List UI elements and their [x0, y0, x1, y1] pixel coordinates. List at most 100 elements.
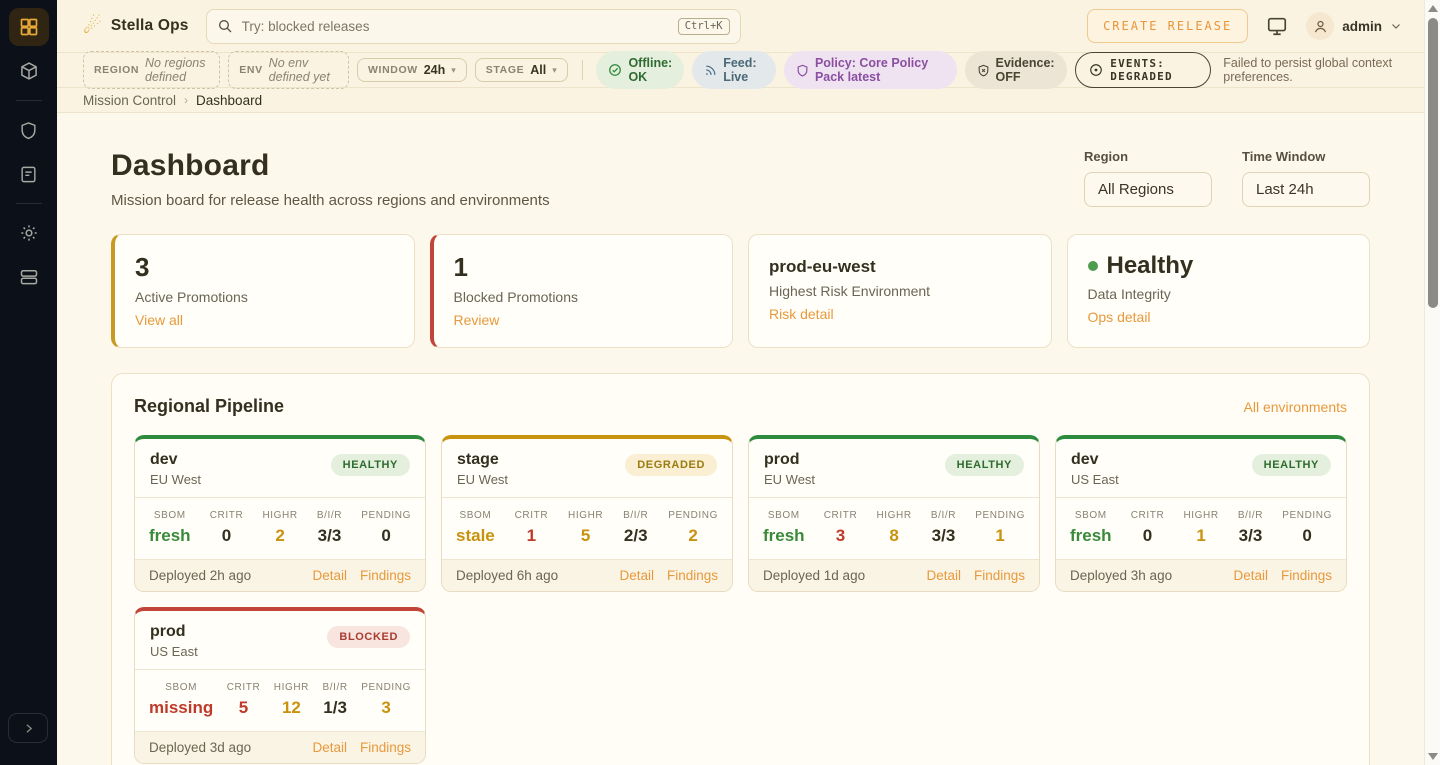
environment-name: dev: [1071, 451, 1119, 469]
active-promotions-label: Active Promotions: [135, 289, 394, 305]
stat-label: PENDING: [361, 682, 411, 693]
findings-link[interactable]: Findings: [667, 568, 718, 583]
sidebar-item-documents[interactable]: [9, 155, 49, 193]
detail-link[interactable]: Detail: [926, 568, 961, 583]
sidebar-expand-button[interactable]: [8, 713, 48, 743]
policy-badge-label: Policy: Core Policy Pack latest: [815, 56, 945, 84]
stat-label: CRITR: [515, 510, 549, 521]
regional-pipeline-panel: Regional Pipeline All environments dev E…: [111, 373, 1370, 765]
detail-link[interactable]: Detail: [312, 740, 347, 755]
offline-badge-label: Offline: OK: [628, 56, 672, 84]
stat-label: SBOM: [1070, 510, 1112, 521]
stat-label: SBOM: [763, 510, 805, 521]
all-environments-link[interactable]: All environments: [1244, 399, 1348, 415]
top-bar: ☄ Stella Ops Ctrl+K CREATE RELEASE: [57, 0, 1424, 52]
monitor-icon[interactable]: [1266, 15, 1288, 37]
sidebar-divider: [16, 203, 42, 204]
time-window-filter-select[interactable]: Last 24h: [1242, 172, 1370, 207]
stat-label: B/I/R: [323, 682, 348, 693]
keyboard-shortcut-badge: Ctrl+K: [678, 18, 730, 35]
pending-value: 3: [361, 698, 411, 718]
detail-link[interactable]: Detail: [1233, 568, 1268, 583]
active-promotions-card: 3 Active Promotions View all: [111, 234, 415, 348]
chevron-right-icon: ›: [184, 93, 188, 107]
environment-name: stage: [457, 451, 508, 469]
stat-label: SBOM: [149, 682, 213, 693]
breadcrumb-parent[interactable]: Mission Control: [83, 93, 176, 108]
findings-link[interactable]: Findings: [360, 568, 411, 583]
sidebar-item-security[interactable]: [9, 111, 49, 149]
status-badge: HEALTHY: [331, 454, 410, 476]
sidebar-item-infrastructure[interactable]: [9, 258, 49, 296]
critr-value: 1: [515, 526, 549, 546]
risk-detail-link[interactable]: Risk detail: [769, 306, 834, 322]
data-integrity-card: Healthy Data Integrity Ops detail: [1067, 234, 1371, 348]
deployed-timestamp: Deployed 2h ago: [149, 568, 251, 583]
target-dot-icon: [1089, 63, 1103, 77]
bir-value: 3/3: [317, 526, 342, 546]
detail-link[interactable]: Detail: [312, 568, 347, 583]
deployed-timestamp: Deployed 3h ago: [1070, 568, 1172, 583]
context-warning-text: Failed to persist global context prefere…: [1223, 56, 1402, 84]
stat-label: HIGHR: [274, 682, 309, 693]
findings-link[interactable]: Findings: [360, 740, 411, 755]
search-input[interactable]: [242, 19, 678, 34]
env-context-chip[interactable]: ENV No env defined yet: [228, 51, 349, 89]
review-link[interactable]: Review: [454, 312, 500, 328]
pending-value: 1: [975, 526, 1025, 546]
user-menu[interactable]: admin: [1306, 12, 1402, 40]
server-stack-icon: [19, 267, 39, 287]
events-status-pill: EVENTS: DEGRADED: [1075, 52, 1211, 88]
global-search[interactable]: Ctrl+K: [206, 9, 741, 44]
window-chip-value: 24h: [424, 63, 446, 77]
scroll-down-arrow-icon[interactable]: [1428, 753, 1438, 760]
scrollbar-thumb[interactable]: [1428, 18, 1438, 308]
stat-label: CRITR: [824, 510, 858, 521]
sidebar-item-settings[interactable]: [9, 214, 49, 252]
user-avatar: [1306, 12, 1334, 40]
environment-region: EU West: [764, 472, 815, 487]
deployed-timestamp: Deployed 1d ago: [763, 568, 865, 583]
package-cube-icon: [19, 61, 39, 81]
offline-status-badge: Offline: OK: [596, 51, 684, 89]
create-release-button[interactable]: CREATE RELEASE: [1087, 9, 1248, 43]
stat-label: HIGHR: [1183, 510, 1218, 521]
environment-name: dev: [150, 451, 201, 469]
sidebar-item-packages[interactable]: [9, 52, 49, 90]
stat-label: CRITR: [1131, 510, 1165, 521]
blocked-promotions-card: 1 Blocked Promotions Review: [430, 234, 734, 348]
sidebar-item-dashboard[interactable]: [9, 8, 49, 46]
detail-link[interactable]: Detail: [619, 568, 654, 583]
region-chip-label: REGION: [94, 64, 139, 76]
region-filter-select[interactable]: All Regions: [1084, 172, 1212, 207]
scroll-up-arrow-icon[interactable]: [1428, 5, 1438, 12]
highr-value: 8: [876, 526, 911, 546]
shield-icon: [19, 121, 38, 140]
data-integrity-label: Data Integrity: [1088, 286, 1350, 302]
environment-region: EU West: [457, 472, 508, 487]
region-context-chip[interactable]: REGION No regions defined: [83, 51, 220, 89]
stat-label: B/I/R: [931, 510, 956, 521]
stat-label: SBOM: [149, 510, 191, 521]
chevron-down-icon: ▾: [552, 65, 557, 76]
feed-badge-label: Feed: Live: [723, 56, 764, 84]
findings-link[interactable]: Findings: [974, 568, 1025, 583]
environment-name: prod: [764, 451, 815, 469]
bir-value: 3/3: [931, 526, 956, 546]
blocked-promotions-count: 1: [454, 252, 713, 283]
ops-detail-link[interactable]: Ops detail: [1088, 309, 1151, 325]
window-dropdown[interactable]: WINDOW 24h ▾: [357, 58, 467, 82]
view-all-link[interactable]: View all: [135, 312, 183, 328]
region-filter-value: All Regions: [1098, 181, 1174, 198]
stage-dropdown[interactable]: STAGE All ▾: [475, 58, 568, 82]
stat-label: SBOM: [456, 510, 495, 521]
main-content: Dashboard Mission board for release heal…: [57, 113, 1424, 765]
stat-label: B/I/R: [623, 510, 648, 521]
findings-link[interactable]: Findings: [1281, 568, 1332, 583]
rss-feed-icon: [704, 64, 717, 77]
sbom-value: fresh: [763, 526, 805, 546]
pipeline-card-dev-eu-west: dev EU West HEALTHY SBOMfresh CRITR0 HIG…: [134, 435, 426, 592]
vertical-scrollbar[interactable]: [1424, 0, 1440, 765]
app-logo-comet-icon: ☄: [83, 14, 102, 39]
sidebar-divider: [16, 100, 42, 101]
